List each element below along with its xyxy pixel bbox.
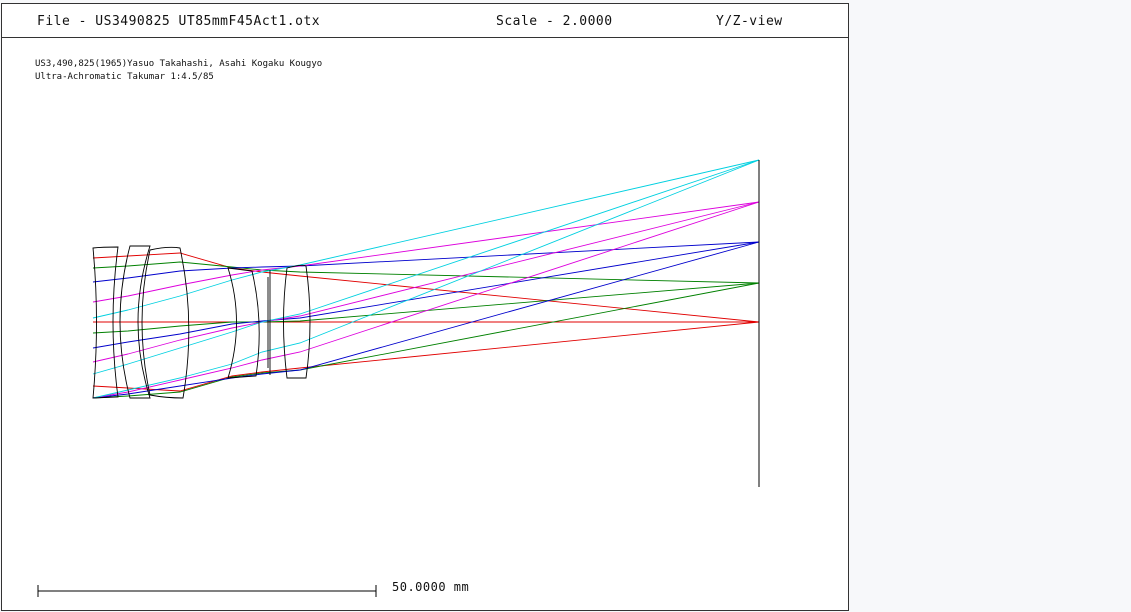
lens-layout-diagram xyxy=(37,159,760,597)
ray-fan-field-4-ray-3 xyxy=(92,159,760,399)
ray-fan-field-3-ray-2 xyxy=(92,201,760,363)
ray-fan-axial-ray-3 xyxy=(92,321,760,392)
ray-fan-field-1-ray-1 xyxy=(92,261,760,284)
ray-fan-field-1-ray-2 xyxy=(92,282,760,334)
lens-aperture-stop xyxy=(267,270,271,375)
scale-bar xyxy=(37,585,377,597)
ray-fans xyxy=(92,159,760,399)
ray-fan-field-3-ray-3 xyxy=(92,201,760,399)
ray-fan-field-1-ray-3 xyxy=(92,282,760,399)
lens-element-1 xyxy=(92,246,119,399)
ray-fan-field-4-ray-2 xyxy=(92,159,760,375)
lens-element-3 xyxy=(141,246,190,399)
scale-bar-label: 50.0000 mm xyxy=(392,580,470,594)
ray-fan-field-4-ray-1 xyxy=(92,159,760,319)
ray-fan-field-3-ray-1 xyxy=(92,201,760,303)
